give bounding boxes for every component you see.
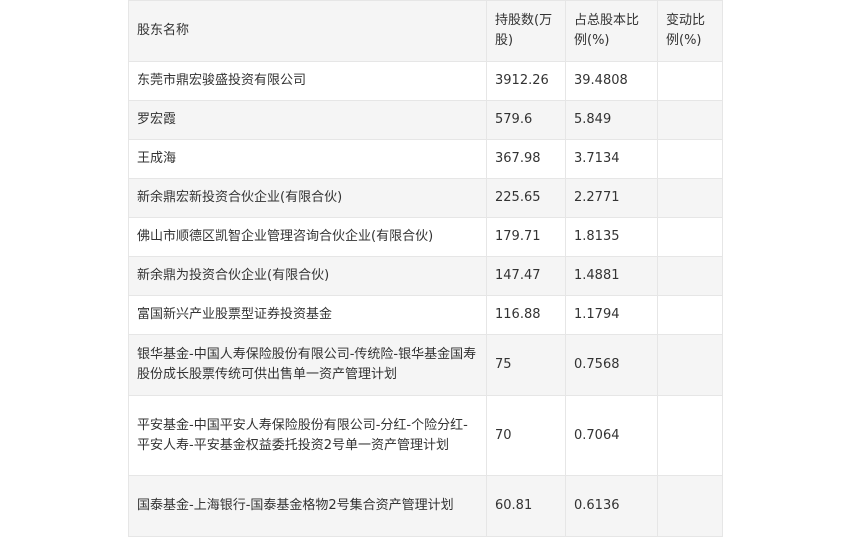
cell-share-ratio: 5.849 bbox=[565, 100, 658, 140]
cell-change-ratio bbox=[657, 178, 723, 218]
cell-share-ratio: 0.6136 bbox=[565, 475, 658, 537]
cell-shares-held: 3912.26 bbox=[486, 61, 566, 101]
cell-shareholder-name: 富国新兴产业股票型证券投资基金 bbox=[128, 295, 487, 335]
header-shareholder-name: 股东名称 bbox=[128, 0, 487, 62]
table-row: 罗宏霞 579.6 5.849 bbox=[128, 100, 723, 140]
cell-share-ratio: 1.1794 bbox=[565, 295, 658, 335]
cell-shares-held: 147.47 bbox=[486, 256, 566, 296]
table-row: 王成海 367.98 3.7134 bbox=[128, 139, 723, 179]
cell-change-ratio bbox=[657, 217, 723, 257]
cell-shareholder-name: 国泰基金-上海银行-国泰基金格物2号集合资产管理计划 bbox=[128, 475, 487, 537]
table-row: 平安基金-中国平安人寿保险股份有限公司-分红-个险分红-平安人寿-平安基金权益委… bbox=[128, 395, 723, 476]
cell-shares-held: 225.65 bbox=[486, 178, 566, 218]
table-row: 富国新兴产业股票型证券投资基金 116.88 1.1794 bbox=[128, 295, 723, 335]
cell-shares-held: 116.88 bbox=[486, 295, 566, 335]
header-shares-held: 持股数(万股) bbox=[486, 0, 566, 62]
cell-shares-held: 70 bbox=[486, 395, 566, 476]
cell-shares-held: 367.98 bbox=[486, 139, 566, 179]
cell-change-ratio bbox=[657, 334, 723, 396]
cell-change-ratio bbox=[657, 100, 723, 140]
cell-change-ratio bbox=[657, 61, 723, 101]
cell-share-ratio: 39.4808 bbox=[565, 61, 658, 101]
cell-share-ratio: 2.2771 bbox=[565, 178, 658, 218]
cell-change-ratio bbox=[657, 139, 723, 179]
table-row: 新余鼎为投资合伙企业(有限合伙) 147.47 1.4881 bbox=[128, 256, 723, 296]
shareholder-table-container: 股东名称 持股数(万股) 占总股本比例(%) 变动比例(%) 东莞市鼎宏骏盛投资… bbox=[128, 0, 723, 537]
cell-share-ratio: 0.7064 bbox=[565, 395, 658, 476]
cell-shares-held: 179.71 bbox=[486, 217, 566, 257]
cell-share-ratio: 1.8135 bbox=[565, 217, 658, 257]
cell-share-ratio: 0.7568 bbox=[565, 334, 658, 396]
header-change-ratio: 变动比例(%) bbox=[657, 0, 723, 62]
cell-shareholder-name: 罗宏霞 bbox=[128, 100, 487, 140]
cell-shares-held: 579.6 bbox=[486, 100, 566, 140]
cell-shareholder-name: 新余鼎宏新投资合伙企业(有限合伙) bbox=[128, 178, 487, 218]
cell-change-ratio bbox=[657, 295, 723, 335]
cell-shareholder-name: 佛山市顺德区凯智企业管理咨询合伙企业(有限合伙) bbox=[128, 217, 487, 257]
cell-shares-held: 75 bbox=[486, 334, 566, 396]
cell-shares-held: 60.81 bbox=[486, 475, 566, 537]
cell-shareholder-name: 平安基金-中国平安人寿保险股份有限公司-分红-个险分红-平安人寿-平安基金权益委… bbox=[128, 395, 487, 476]
cell-shareholder-name: 新余鼎为投资合伙企业(有限合伙) bbox=[128, 256, 487, 296]
header-share-ratio: 占总股本比例(%) bbox=[565, 0, 658, 62]
table-row: 新余鼎宏新投资合伙企业(有限合伙) 225.65 2.2771 bbox=[128, 178, 723, 218]
cell-change-ratio bbox=[657, 475, 723, 537]
cell-share-ratio: 1.4881 bbox=[565, 256, 658, 296]
table-row: 国泰基金-上海银行-国泰基金格物2号集合资产管理计划 60.81 0.6136 bbox=[128, 475, 723, 537]
table-row: 佛山市顺德区凯智企业管理咨询合伙企业(有限合伙) 179.71 1.8135 bbox=[128, 217, 723, 257]
cell-shareholder-name: 东莞市鼎宏骏盛投资有限公司 bbox=[128, 61, 487, 101]
cell-change-ratio bbox=[657, 256, 723, 296]
cell-change-ratio bbox=[657, 395, 723, 476]
table-row: 银华基金-中国人寿保险股份有限公司-传统险-银华基金国寿股份成长股票传统可供出售… bbox=[128, 334, 723, 396]
table-row: 东莞市鼎宏骏盛投资有限公司 3912.26 39.4808 bbox=[128, 61, 723, 101]
cell-shareholder-name: 银华基金-中国人寿保险股份有限公司-传统险-银华基金国寿股份成长股票传统可供出售… bbox=[128, 334, 487, 396]
cell-share-ratio: 3.7134 bbox=[565, 139, 658, 179]
shareholder-table: 股东名称 持股数(万股) 占总股本比例(%) 变动比例(%) 东莞市鼎宏骏盛投资… bbox=[128, 0, 723, 537]
table-header-row: 股东名称 持股数(万股) 占总股本比例(%) 变动比例(%) bbox=[128, 0, 723, 62]
cell-shareholder-name: 王成海 bbox=[128, 139, 487, 179]
